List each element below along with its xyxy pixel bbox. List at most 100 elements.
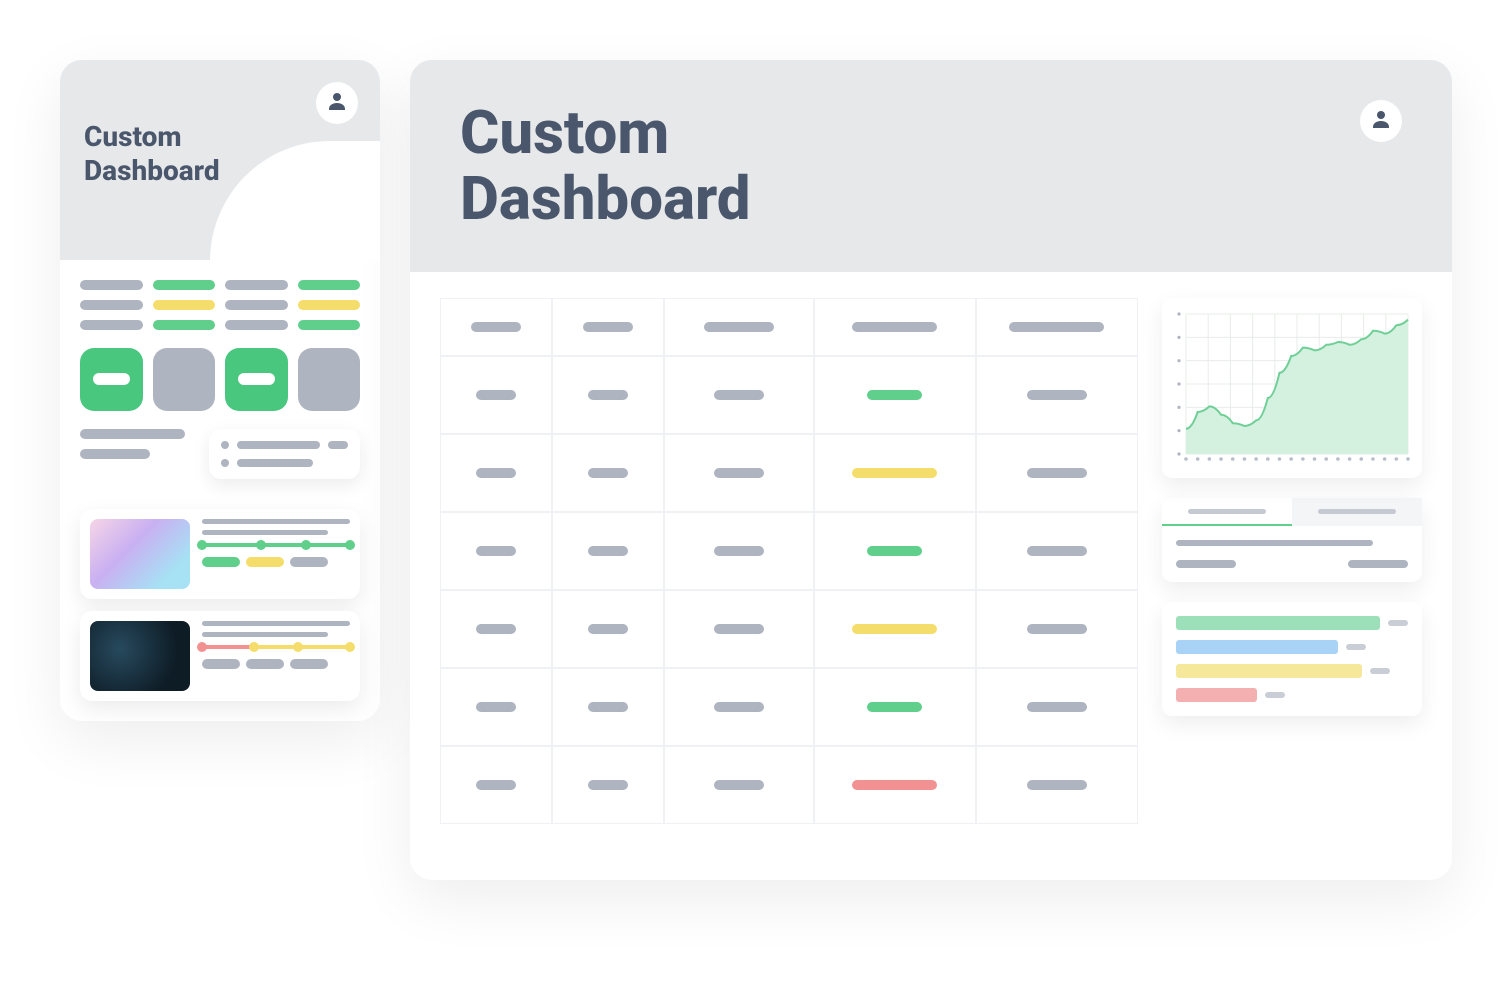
bar-segment bbox=[1176, 640, 1338, 654]
user-icon bbox=[1369, 107, 1393, 135]
table-cell bbox=[976, 434, 1138, 512]
table-header-cell[interactable] bbox=[976, 298, 1138, 356]
metric-tile[interactable] bbox=[80, 348, 143, 411]
progress-track[interactable] bbox=[202, 645, 350, 649]
status-pill bbox=[298, 280, 361, 290]
table-cell bbox=[664, 590, 814, 668]
progress-segment bbox=[306, 543, 350, 547]
metric-tile[interactable] bbox=[153, 348, 216, 411]
placeholder-line bbox=[202, 621, 350, 626]
chart-x-dots bbox=[1184, 457, 1410, 461]
area-chart-card[interactable] bbox=[1162, 298, 1422, 478]
placeholder-line bbox=[237, 441, 320, 449]
value-chip bbox=[714, 702, 764, 712]
table-header-cell[interactable] bbox=[552, 298, 664, 356]
table-header-cell[interactable] bbox=[440, 298, 552, 356]
table-cell bbox=[440, 356, 552, 434]
bar-row bbox=[1176, 664, 1408, 678]
progress-marker-icon bbox=[256, 540, 266, 550]
tabbed-info-card bbox=[1162, 498, 1422, 582]
value-chip bbox=[476, 780, 516, 790]
placeholder-line bbox=[237, 459, 313, 467]
avatar-button[interactable] bbox=[316, 82, 358, 124]
progress-segment bbox=[254, 645, 298, 649]
status-pill bbox=[225, 280, 288, 290]
table-cell bbox=[664, 512, 814, 590]
value-chip bbox=[471, 322, 521, 332]
table-cell bbox=[552, 746, 664, 824]
status-pill-grid bbox=[80, 280, 360, 330]
bar-row bbox=[1176, 640, 1408, 654]
metric-tile[interactable] bbox=[225, 348, 288, 411]
value-chip bbox=[867, 702, 922, 712]
progress-segment bbox=[202, 645, 254, 649]
table-cell bbox=[976, 356, 1138, 434]
placeholder-line bbox=[202, 632, 328, 637]
placeholder-line bbox=[1348, 560, 1408, 568]
value-chip bbox=[1009, 322, 1104, 332]
table-cell bbox=[664, 434, 814, 512]
bar-value-label bbox=[1370, 668, 1390, 674]
avatar-button[interactable] bbox=[1360, 100, 1402, 142]
placeholder-line bbox=[202, 530, 328, 535]
progress-marker-icon bbox=[249, 642, 259, 652]
table-cell bbox=[814, 668, 976, 746]
table-cell bbox=[976, 590, 1138, 668]
value-chip bbox=[1027, 702, 1087, 712]
user-icon bbox=[325, 89, 349, 117]
table-cell bbox=[552, 590, 664, 668]
table-cell bbox=[664, 356, 814, 434]
tab-content bbox=[1162, 526, 1422, 582]
status-pill bbox=[153, 300, 216, 310]
tag-row bbox=[202, 557, 350, 567]
progress-marker-icon bbox=[197, 540, 207, 550]
tag-chip bbox=[202, 557, 240, 567]
bar-value-label bbox=[1346, 644, 1366, 650]
value-chip bbox=[476, 624, 516, 634]
data-table bbox=[440, 298, 1138, 850]
bullet-dot-icon bbox=[221, 459, 229, 467]
value-chip bbox=[714, 390, 764, 400]
bullet-list-card[interactable] bbox=[209, 429, 360, 479]
media-card[interactable] bbox=[80, 611, 360, 701]
placeholder-line bbox=[80, 429, 185, 439]
table-cell bbox=[976, 746, 1138, 824]
status-pill bbox=[80, 320, 143, 330]
tag-row bbox=[202, 659, 350, 669]
value-chip bbox=[476, 390, 516, 400]
tab-2[interactable] bbox=[1292, 498, 1422, 526]
value-chip bbox=[1027, 624, 1087, 634]
value-chip bbox=[1027, 468, 1087, 478]
mobile-dashboard-panel: Custom Dashboard bbox=[60, 60, 380, 721]
table-header-cell[interactable] bbox=[814, 298, 976, 356]
media-card-body bbox=[202, 621, 350, 691]
metric-tile[interactable] bbox=[298, 348, 361, 411]
value-chip bbox=[476, 546, 516, 556]
horizontal-bars-card[interactable] bbox=[1162, 602, 1422, 716]
value-chip bbox=[588, 390, 628, 400]
media-card-body bbox=[202, 519, 350, 589]
progress-marker-icon bbox=[345, 540, 355, 550]
value-chip bbox=[867, 390, 922, 400]
table-cell bbox=[814, 512, 976, 590]
value-chip bbox=[1027, 780, 1087, 790]
table-cell bbox=[664, 746, 814, 824]
table-cell bbox=[976, 668, 1138, 746]
bullet-dot-icon bbox=[221, 441, 229, 449]
value-chip bbox=[588, 780, 628, 790]
table-cell bbox=[552, 356, 664, 434]
table-header-cell[interactable] bbox=[664, 298, 814, 356]
table-cell bbox=[664, 668, 814, 746]
desktop-header: Custom Dashboard bbox=[410, 60, 1452, 272]
bullet-item bbox=[221, 459, 348, 467]
media-card[interactable] bbox=[80, 509, 360, 599]
bar-value-label bbox=[1388, 620, 1408, 626]
progress-track[interactable] bbox=[202, 543, 350, 547]
value-chip bbox=[714, 468, 764, 478]
value-chip bbox=[852, 322, 937, 332]
bar-segment bbox=[1176, 688, 1257, 702]
tab-1[interactable] bbox=[1162, 498, 1292, 526]
placeholder-line bbox=[328, 441, 348, 449]
desktop-title: Custom Dashboard bbox=[460, 100, 751, 232]
thumbnail-image bbox=[90, 621, 190, 691]
